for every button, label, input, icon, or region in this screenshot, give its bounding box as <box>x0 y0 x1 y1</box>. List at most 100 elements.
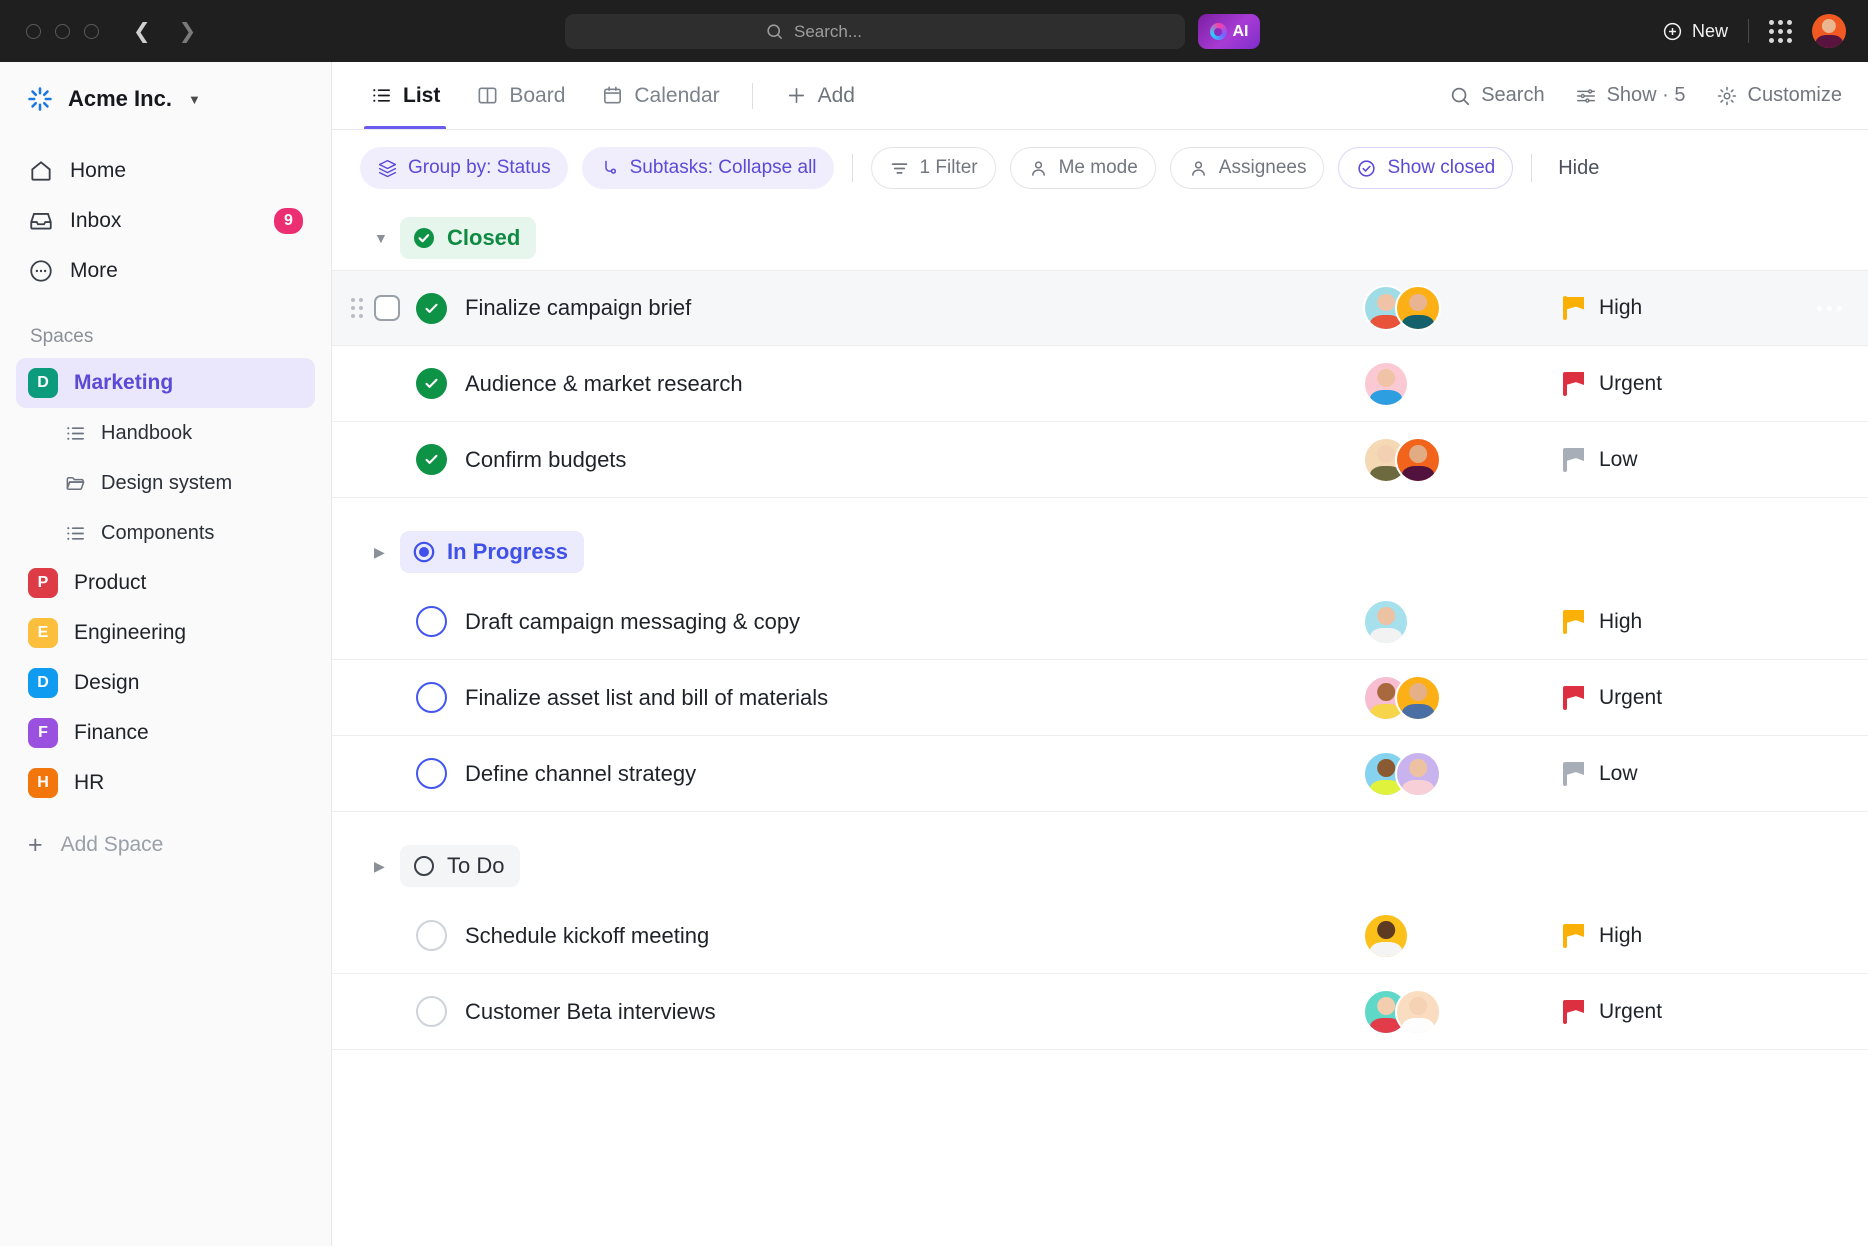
priority-cell[interactable]: Urgent <box>1563 372 1813 396</box>
task-status-done-icon[interactable] <box>416 368 447 399</box>
group-header-to-do[interactable]: ▶ To Do <box>332 834 1868 898</box>
filter-chip-1-filter[interactable]: 1 Filter <box>871 147 996 189</box>
table-row[interactable]: Finalize campaign brief High <box>332 270 1868 346</box>
priority-cell[interactable]: Low <box>1563 762 1813 786</box>
task-status-inprogress-icon[interactable] <box>416 682 447 713</box>
caret-down-icon[interactable]: ▼ <box>374 230 400 246</box>
row-checkbox[interactable] <box>374 295 400 321</box>
task-name[interactable]: Confirm budgets <box>465 447 626 473</box>
global-search-input[interactable]: Search... <box>565 14 1185 49</box>
priority-cell[interactable]: Urgent <box>1563 1000 1813 1024</box>
close-window-button[interactable] <box>26 24 41 39</box>
priority-cell[interactable]: High <box>1563 296 1813 320</box>
filter-chip-assignees[interactable]: Assignees <box>1170 147 1325 189</box>
task-name[interactable]: Finalize campaign brief <box>465 295 691 321</box>
task-name[interactable]: Schedule kickoff meeting <box>465 923 709 949</box>
table-row[interactable]: Schedule kickoff meeting High <box>332 898 1868 974</box>
caret-right-icon[interactable]: ▶ <box>374 858 400 875</box>
assignee-group[interactable] <box>1363 437 1563 483</box>
browser-navigation[interactable]: ❮ ❯ <box>133 21 196 42</box>
assignee-avatar[interactable] <box>1395 989 1441 1035</box>
drag-handle[interactable] <box>351 298 363 318</box>
filter-chip-me-mode[interactable]: Me mode <box>1010 147 1156 189</box>
tab-calendar[interactable]: Calendar <box>587 62 733 129</box>
workspace-switcher[interactable]: Acme Inc. ▼ <box>0 66 331 132</box>
task-name[interactable]: Customer Beta interviews <box>465 999 716 1025</box>
assignee-avatar[interactable] <box>1395 437 1441 483</box>
assignee-group[interactable] <box>1363 913 1563 959</box>
avatar[interactable] <box>1812 14 1846 48</box>
maximize-window-button[interactable] <box>84 24 99 39</box>
new-button[interactable]: New <box>1662 21 1728 42</box>
assignee-avatar[interactable] <box>1395 751 1441 797</box>
add-view-button[interactable]: Add <box>771 62 869 129</box>
table-row[interactable]: Confirm budgets Low <box>332 422 1868 498</box>
add-space-button[interactable]: + Add Space <box>16 820 315 870</box>
forward-icon[interactable]: ❯ <box>179 21 197 42</box>
sidebar-item-design[interactable]: DDesign <box>16 658 315 708</box>
group-header-closed[interactable]: ▼ Closed <box>332 206 1868 270</box>
task-status-todo-icon[interactable] <box>416 920 447 951</box>
assignee-avatar[interactable] <box>1363 913 1409 959</box>
status-pill-closed[interactable]: Closed <box>400 217 536 259</box>
priority-cell[interactable]: Low <box>1563 448 1813 472</box>
task-name[interactable]: Audience & market research <box>465 371 743 397</box>
group-header-in-progress[interactable]: ▶ In Progress <box>332 520 1868 584</box>
sidebar-item-more[interactable]: More <box>16 246 315 296</box>
table-row[interactable]: Audience & market research Urgent <box>332 346 1868 422</box>
task-status-done-icon[interactable] <box>416 293 447 324</box>
view-action-show-5[interactable]: Show · 5 <box>1575 84 1686 107</box>
assignee-avatar[interactable] <box>1363 599 1409 645</box>
assignee-group[interactable] <box>1363 989 1563 1035</box>
task-status-inprogress-icon[interactable] <box>416 606 447 637</box>
caret-right-icon[interactable]: ▶ <box>374 544 400 561</box>
view-action-search[interactable]: Search <box>1449 84 1544 107</box>
sidebar-item-inbox[interactable]: Inbox 9 <box>16 196 315 246</box>
priority-cell[interactable]: High <box>1563 610 1813 634</box>
assignee-group[interactable] <box>1363 599 1563 645</box>
sidebar-item-engineering[interactable]: EEngineering <box>16 608 315 658</box>
table-row[interactable]: Customer Beta interviews Urgent <box>332 974 1868 1050</box>
sidebar-item-marketing[interactable]: DMarketing <box>16 358 315 408</box>
sidebar-subitem-components[interactable]: Components <box>16 508 315 558</box>
priority-cell[interactable]: High <box>1563 924 1813 948</box>
table-row[interactable]: Finalize asset list and bill of material… <box>332 660 1868 736</box>
table-row[interactable]: Define channel strategy Low <box>332 736 1868 812</box>
sidebar-subitem-design-system[interactable]: Design system <box>16 458 315 508</box>
sidebar-item-hr[interactable]: HHR <box>16 758 315 808</box>
ai-button[interactable]: AI <box>1198 14 1260 49</box>
table-row[interactable]: Draft campaign messaging & copy High <box>332 584 1868 660</box>
task-status-inprogress-icon[interactable] <box>416 758 447 789</box>
view-action-customize[interactable]: Customize <box>1716 84 1842 107</box>
task-status-todo-icon[interactable] <box>416 996 447 1027</box>
assignee-group[interactable] <box>1363 361 1563 407</box>
sidebar-item-finance[interactable]: FFinance <box>16 708 315 758</box>
task-name[interactable]: Finalize asset list and bill of material… <box>465 685 828 711</box>
sidebar-subitem-handbook[interactable]: Handbook <box>16 408 315 458</box>
grid-apps-icon[interactable] <box>1769 20 1792 43</box>
priority-cell[interactable]: Urgent <box>1563 686 1813 710</box>
assignee-avatar[interactable] <box>1395 675 1441 721</box>
window-controls[interactable] <box>26 24 99 39</box>
status-pill-in-progress[interactable]: In Progress <box>400 531 584 573</box>
filter-chip-subtasks-collapse-all[interactable]: Subtasks: Collapse all <box>582 147 834 189</box>
sidebar-item-home[interactable]: Home <box>16 146 315 196</box>
tab-list[interactable]: List <box>356 62 454 129</box>
assignee-group[interactable] <box>1363 675 1563 721</box>
assignee-avatar[interactable] <box>1363 361 1409 407</box>
filter-chip-group-by-status[interactable]: Group by: Status <box>360 147 568 189</box>
assignee-group[interactable] <box>1363 751 1563 797</box>
back-icon[interactable]: ❮ <box>133 21 151 42</box>
task-name[interactable]: Define channel strategy <box>465 761 696 787</box>
task-name[interactable]: Draft campaign messaging & copy <box>465 609 800 635</box>
chevron-down-icon[interactable]: ▼ <box>188 92 201 107</box>
assignee-avatar[interactable] <box>1395 285 1441 331</box>
filter-chip-show-closed[interactable]: Show closed <box>1338 147 1513 189</box>
task-status-done-icon[interactable] <box>416 444 447 475</box>
assignee-group[interactable] <box>1363 285 1563 331</box>
hide-button[interactable]: Hide <box>1550 157 1607 180</box>
minimize-window-button[interactable] <box>55 24 70 39</box>
row-more-button[interactable] <box>1817 306 1842 311</box>
tab-board[interactable]: Board <box>462 62 579 129</box>
sidebar-item-product[interactable]: PProduct <box>16 558 315 608</box>
